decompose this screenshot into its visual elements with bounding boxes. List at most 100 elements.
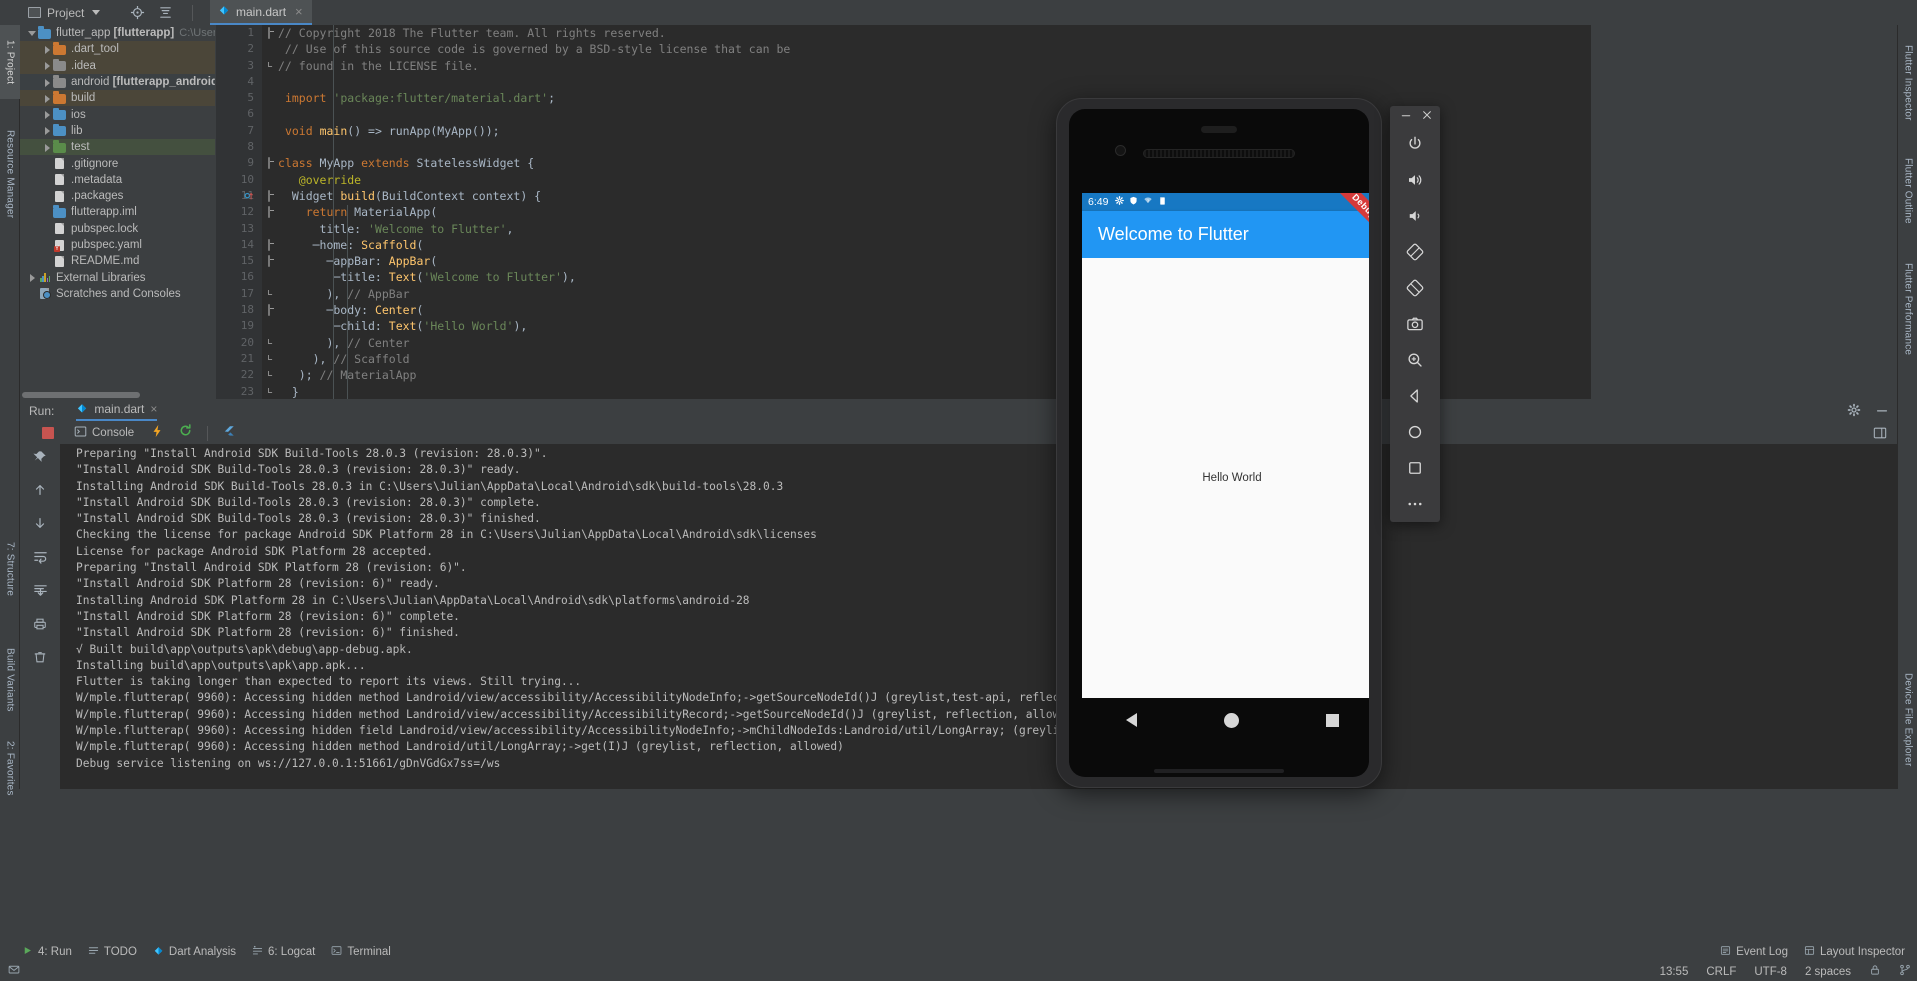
code-line[interactable]: 12 return MaterialApp( <box>216 204 1591 220</box>
status-item-logcat[interactable]: 6: Logcat <box>252 945 315 959</box>
code-line[interactable]: 10 @override <box>216 172 1591 188</box>
volume-up-icon[interactable] <box>1390 162 1440 198</box>
code-line[interactable]: 1// Copyright 2018 The Flutter team. All… <box>216 25 1591 41</box>
home-button[interactable] <box>1224 713 1239 728</box>
sidebar-item-favorites[interactable]: 2: Favorites <box>0 725 20 811</box>
tree-item[interactable]: pubspec.lock <box>20 221 215 237</box>
tree-expand-arrow-icon[interactable] <box>43 126 52 135</box>
run-tab-main-dart[interactable]: main.dart × <box>76 401 157 421</box>
status-item-terminal[interactable]: Terminal <box>331 945 390 959</box>
scroll-to-end-icon[interactable] <box>33 583 48 603</box>
code-line[interactable]: 8 <box>216 139 1591 155</box>
android-navigation-bar[interactable] <box>1082 698 1369 742</box>
code-fold-end-icon[interactable] <box>264 62 273 71</box>
code-fold-start-icon[interactable] <box>264 306 273 315</box>
code-fold-start-icon[interactable] <box>264 208 273 217</box>
minimize-icon[interactable] <box>1400 109 1412 124</box>
code-fold-start-icon[interactable] <box>264 29 273 38</box>
status-item-layout-inspector[interactable]: Layout Inspector <box>1804 945 1905 959</box>
close-icon[interactable] <box>1421 109 1433 124</box>
indent-indicator[interactable]: 2 spaces <box>1805 966 1851 978</box>
tree-expand-arrow-icon[interactable] <box>43 61 52 70</box>
code-fold-start-icon[interactable] <box>264 257 273 266</box>
tree-item[interactable]: lib <box>20 123 215 139</box>
tree-horizontal-scrollbar[interactable] <box>22 392 140 398</box>
sidebar-item-flutter-outline[interactable]: Flutter Outline <box>1898 143 1917 239</box>
code-line[interactable]: 11 Widget build(BuildContext context) { <box>216 188 1591 204</box>
overview-nav-icon[interactable] <box>1390 450 1440 486</box>
line-separator-indicator[interactable]: CRLF <box>1706 966 1736 978</box>
tree-item[interactable]: ios <box>20 106 215 122</box>
print-icon[interactable] <box>33 617 47 636</box>
code-line[interactable]: 9class MyApp extends StatelessWidget { <box>216 155 1591 171</box>
sidebar-item-flutter-performance[interactable]: Flutter Performance <box>1898 247 1917 371</box>
screenshot-camera-icon[interactable] <box>1390 306 1440 342</box>
stop-button[interactable] <box>42 427 54 439</box>
more-options-icon[interactable] <box>1390 486 1440 522</box>
tree-expand-arrow-icon[interactable] <box>43 45 52 54</box>
tree-item[interactable]: pubspec.yaml <box>20 237 215 253</box>
rotate-left-icon[interactable] <box>1390 234 1440 270</box>
console-tab[interactable]: Console <box>74 425 134 441</box>
branch-icon[interactable] <box>1899 964 1911 979</box>
lock-icon[interactable] <box>1869 964 1881 979</box>
sidebar-item-flutter-inspector[interactable]: Flutter Inspector <box>1898 31 1917 135</box>
tree-item[interactable]: .idea <box>20 58 215 74</box>
pin-icon[interactable] <box>33 450 47 469</box>
status-item-event-log[interactable]: Event Log <box>1720 945 1788 959</box>
tree-item[interactable]: flutter_app [flutterapp]C:\Users\Julia <box>20 25 215 41</box>
scroll-up-icon[interactable] <box>33 483 47 502</box>
back-button[interactable] <box>1126 713 1137 727</box>
editor-code-area[interactable]: 1// Copyright 2018 The Flutter team. All… <box>216 25 1591 399</box>
tree-item[interactable]: Scratches and Consoles <box>20 286 215 302</box>
code-line[interactable]: 20 ), // Center <box>216 335 1591 351</box>
encoding-indicator[interactable]: UTF-8 <box>1754 966 1787 978</box>
tree-expand-arrow-icon[interactable] <box>28 273 37 282</box>
rotate-right-icon[interactable] <box>1390 270 1440 306</box>
tree-item[interactable]: test <box>20 139 215 155</box>
emulator-screen[interactable]: 6:49 ? <box>1082 193 1369 698</box>
close-icon[interactable]: × <box>295 4 303 19</box>
power-icon[interactable] <box>1390 126 1440 162</box>
code-editor[interactable]: 1// Copyright 2018 The Flutter team. All… <box>216 25 1591 399</box>
code-fold-end-icon[interactable] <box>264 371 273 380</box>
status-item-todo[interactable]: TODO <box>88 945 137 959</box>
code-fold-start-icon[interactable] <box>264 241 273 250</box>
code-line[interactable]: 21 ), // Scaffold <box>216 351 1591 367</box>
code-line[interactable]: 19 ─child: Text('Hello World'), <box>216 318 1591 334</box>
code-fold-start-icon[interactable] <box>264 192 273 201</box>
recents-button[interactable] <box>1326 714 1339 727</box>
code-line[interactable]: 2 // Use of this source code is governed… <box>216 41 1591 57</box>
code-line[interactable]: 18 ─body: Center( <box>216 302 1591 318</box>
tree-item[interactable]: build <box>20 90 215 106</box>
project-view-selector[interactable]: Project <box>22 6 106 20</box>
code-line[interactable]: 13 title: 'Welcome to Flutter', <box>216 221 1591 237</box>
tree-item[interactable]: .gitignore <box>20 155 215 171</box>
collapse-all-icon[interactable] <box>158 5 173 20</box>
lightning-icon[interactable] <box>150 424 164 443</box>
code-fold-end-icon[interactable] <box>264 355 273 364</box>
code-fold-start-icon[interactable] <box>264 159 273 168</box>
code-line[interactable]: 15 ─appBar: AppBar( <box>216 253 1591 269</box>
tree-item[interactable]: flutterapp.iml <box>20 204 215 220</box>
flutter-icon[interactable] <box>222 423 237 443</box>
zoom-icon[interactable] <box>1390 342 1440 378</box>
tree-item[interactable]: .dart_tool <box>20 41 215 57</box>
soft-wrap-icon[interactable] <box>33 549 48 569</box>
sidebar-item-build-variants[interactable]: Build Variants <box>0 625 20 735</box>
code-line[interactable]: 7 void main() => runApp(MyApp()); <box>216 123 1591 139</box>
flutter-app-body[interactable]: Hello World <box>1082 258 1369 698</box>
volume-down-icon[interactable] <box>1390 198 1440 234</box>
home-nav-icon[interactable] <box>1390 414 1440 450</box>
minimize-icon[interactable] <box>1875 403 1889 420</box>
code-line[interactable]: 6 <box>216 106 1591 122</box>
tree-item[interactable]: android [flutterapp_android] <box>20 74 215 90</box>
scroll-down-icon[interactable] <box>33 516 47 535</box>
code-line[interactable]: 16 ─title: Text('Welcome to Flutter'), <box>216 269 1591 285</box>
tree-item[interactable]: External Libraries <box>20 269 215 285</box>
project-tree[interactable]: flutter_app [flutterapp]C:\Users\Julia.d… <box>20 25 215 389</box>
trash-icon[interactable] <box>33 650 47 669</box>
locate-icon[interactable] <box>130 5 145 20</box>
sidebar-item-project[interactable]: 1: Project <box>0 25 20 99</box>
close-icon[interactable]: × <box>150 402 157 416</box>
